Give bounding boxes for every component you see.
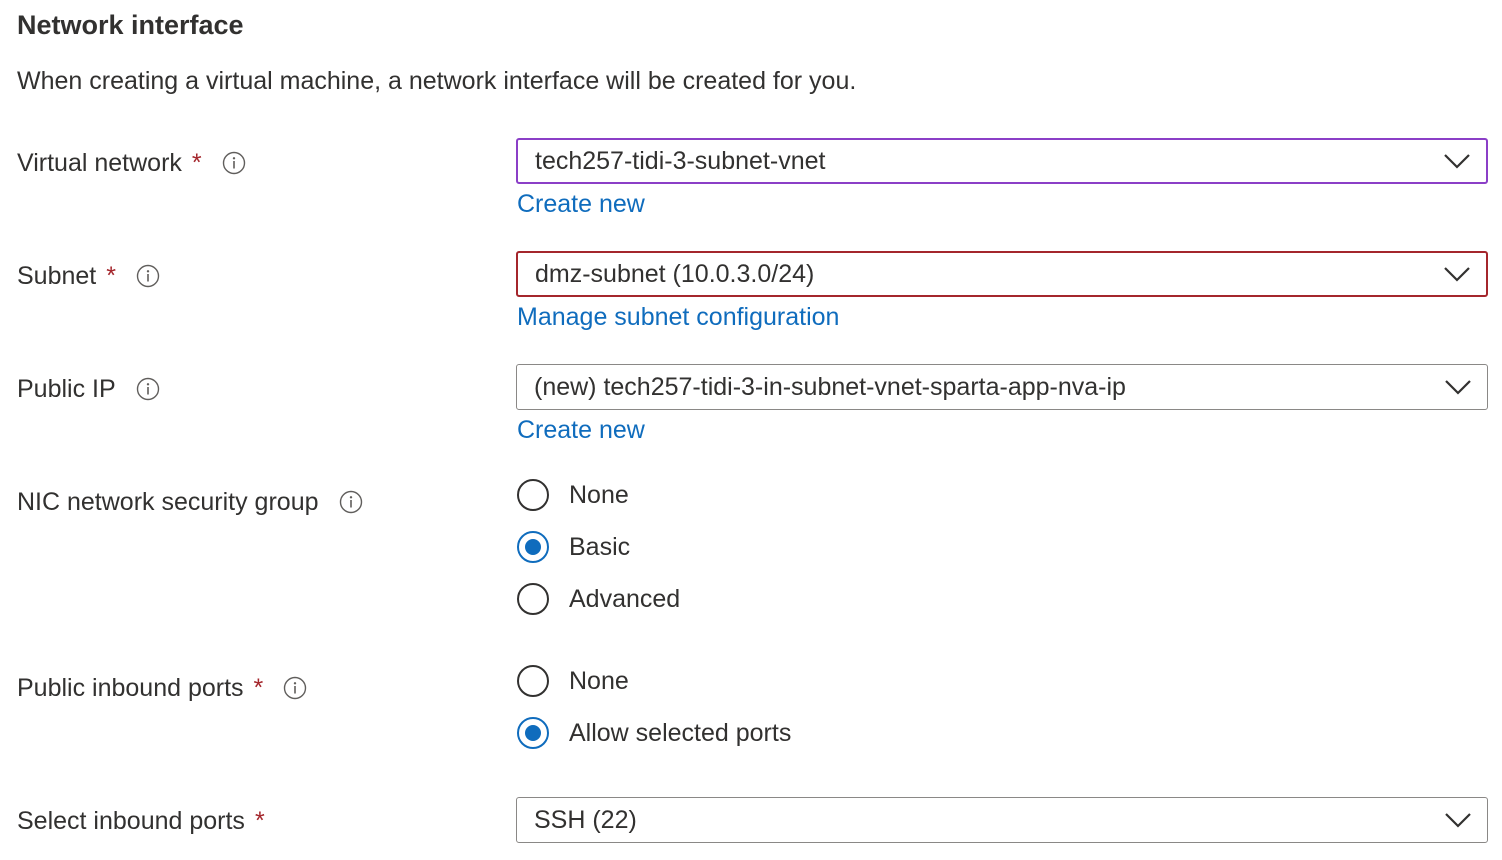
manage-subnet-configuration-link[interactable]: Manage subnet configuration	[517, 300, 839, 334]
virtual-network-dropdown[interactable]: tech257-tidi-3-subnet-vnet	[516, 138, 1488, 184]
select-inbound-ports-dropdown[interactable]: SSH (22)	[516, 797, 1488, 843]
radio-button[interactable]	[517, 583, 549, 615]
chevron-down-icon	[1444, 154, 1470, 169]
radio-button[interactable]	[517, 479, 549, 511]
info-icon[interactable]	[339, 490, 363, 514]
radio-button-selected[interactable]	[517, 531, 549, 563]
public-ip-label: Public IP	[17, 375, 116, 403]
subnet-value: dmz-subnet (10.0.3.0/24)	[535, 259, 815, 288]
required-asterisk: *	[106, 262, 116, 290]
radio-button[interactable]	[517, 665, 549, 697]
section-title: Network interface	[17, 10, 244, 40]
radio-label: Allow selected ports	[569, 719, 792, 747]
info-icon[interactable]	[222, 151, 246, 175]
nic-nsg-label-row: NIC network security group	[17, 485, 363, 519]
info-icon[interactable]	[136, 264, 160, 288]
radio-label: None	[569, 667, 629, 695]
select-inbound-ports-label-row: Select inbound ports *	[17, 804, 265, 838]
required-asterisk: *	[253, 674, 264, 702]
info-icon[interactable]	[136, 377, 160, 401]
section-description: When creating a virtual machine, a netwo…	[17, 67, 857, 95]
info-icon[interactable]	[283, 676, 307, 700]
subnet-label: Subnet	[17, 262, 97, 290]
create-new-vnet-link[interactable]: Create new	[517, 187, 645, 221]
nic-nsg-radio-advanced[interactable]: Advanced	[517, 582, 680, 616]
required-asterisk: *	[254, 807, 265, 835]
subnet-dropdown[interactable]: dmz-subnet (10.0.3.0/24)	[516, 251, 1488, 297]
radio-label: None	[569, 481, 629, 509]
virtual-network-label-row: Virtual network *	[17, 146, 246, 180]
chevron-down-icon	[1445, 380, 1471, 395]
radio-label: Advanced	[569, 585, 681, 613]
inbound-ports-radio-allow-selected[interactable]: Allow selected ports	[517, 716, 791, 750]
required-asterisk: *	[191, 149, 202, 177]
public-ip-dropdown[interactable]: (new) tech257-tidi-3-in-subnet-vnet-spar…	[516, 364, 1488, 410]
create-new-public-ip-link[interactable]: Create new	[517, 413, 645, 447]
public-inbound-ports-label-row: Public inbound ports *	[17, 671, 307, 705]
public-ip-label-row: Public IP	[17, 372, 160, 406]
select-inbound-ports-value: SSH (22)	[534, 805, 637, 834]
select-inbound-ports-label: Select inbound ports	[17, 807, 245, 835]
chevron-down-icon	[1445, 813, 1471, 828]
radio-button-selected[interactable]	[517, 717, 549, 749]
radio-label: Basic	[569, 533, 631, 561]
chevron-down-icon	[1444, 267, 1470, 282]
public-inbound-ports-label: Public inbound ports	[17, 674, 244, 702]
public-ip-value: (new) tech257-tidi-3-in-subnet-vnet-spar…	[534, 372, 1126, 401]
nic-nsg-radio-basic[interactable]: Basic	[517, 530, 630, 564]
nic-nsg-label: NIC network security group	[17, 488, 319, 516]
virtual-network-value: tech257-tidi-3-subnet-vnet	[535, 146, 826, 175]
subnet-label-row: Subnet *	[17, 259, 160, 293]
inbound-ports-radio-none[interactable]: None	[517, 664, 629, 698]
nic-nsg-radio-none[interactable]: None	[517, 478, 629, 512]
virtual-network-label: Virtual network	[17, 149, 182, 177]
